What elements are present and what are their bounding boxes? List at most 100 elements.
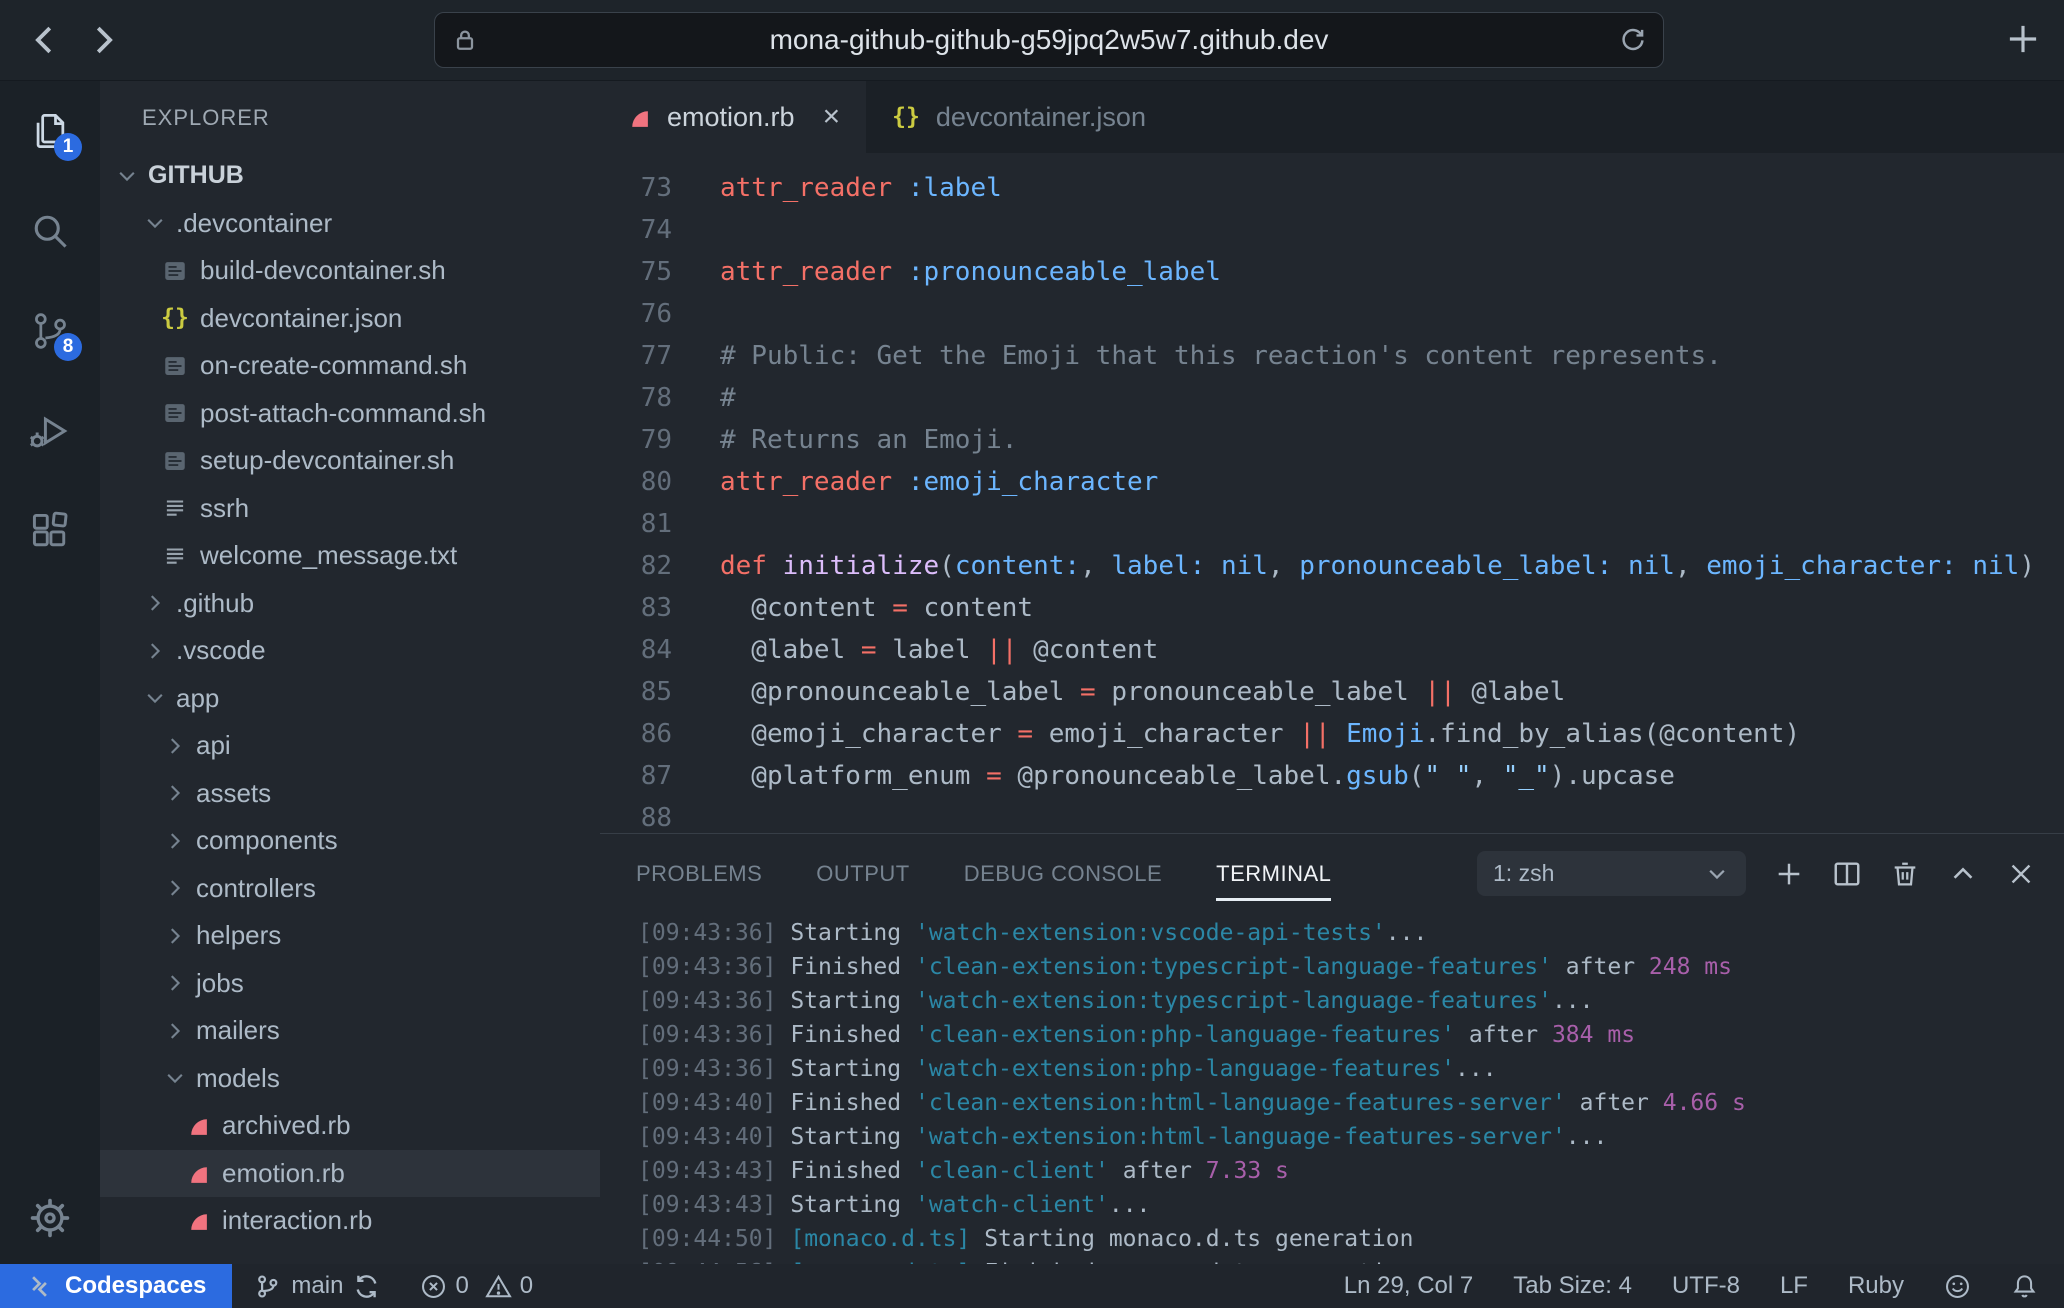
code-line-77[interactable]: 77# Public: Get the Emoji that this reac…: [600, 335, 2064, 377]
tree-item-devcontainer.json[interactable]: {}devcontainer.json: [100, 295, 600, 343]
notifications-bell-icon[interactable]: [2011, 1273, 2038, 1300]
tree-item-emotion.rb[interactable]: emotion.rb: [100, 1150, 600, 1198]
tree-item-models[interactable]: models: [100, 1055, 600, 1103]
tree-item-label: welcome_message.txt: [200, 540, 457, 571]
tree-item-jobs[interactable]: jobs: [100, 960, 600, 1008]
tree-item-assets[interactable]: assets: [100, 770, 600, 818]
code-line-84[interactable]: 84 @label = label || @content: [600, 629, 2064, 671]
tree-item-interaction.rb[interactable]: interaction.rb: [100, 1197, 600, 1245]
code-line-78[interactable]: 78#: [600, 377, 2064, 419]
code-text: [672, 503, 720, 545]
code-text: @content = content: [672, 587, 1033, 629]
status-language-mode[interactable]: Ruby: [1848, 1272, 1904, 1300]
tree-item-.devcontainer[interactable]: .devcontainer: [100, 200, 600, 248]
activity-source-control[interactable]: 8: [28, 309, 72, 353]
tree-item-api[interactable]: api: [100, 722, 600, 770]
tree-item-controllers[interactable]: controllers: [100, 865, 600, 913]
line-number: 85: [600, 671, 672, 713]
code-text: attr_reader :emoji_character: [672, 461, 1158, 503]
status-cursor-position[interactable]: Ln 29, Col 7: [1344, 1272, 1473, 1300]
panel-tab-terminal[interactable]: TERMINAL: [1216, 853, 1331, 895]
terminal-line: [09:43:36] Starting 'watch-extension:vsc…: [638, 916, 2064, 950]
terminal-line: [09:43:36] Starting 'watch-extension:typ…: [638, 984, 2064, 1018]
code-line-87[interactable]: 87 @platform_enum = @pronounceable_label…: [600, 755, 2064, 797]
tree-item-post-attach-command.sh[interactable]: post-attach-command.sh: [100, 390, 600, 438]
editor-tab-emotion.rb[interactable]: emotion.rb×: [600, 81, 866, 153]
tree-item-mailers[interactable]: mailers: [100, 1007, 600, 1055]
tree-item-archived.rb[interactable]: archived.rb: [100, 1102, 600, 1150]
code-line-73[interactable]: 73attr_reader :label: [600, 167, 2064, 209]
split-terminal-icon[interactable]: [1832, 859, 1862, 889]
ruby-file-icon: [184, 1208, 210, 1234]
sidebar-title: EXPLORER: [142, 105, 270, 131]
code-text: [672, 797, 720, 833]
code-line-88[interactable]: 88: [600, 797, 2064, 833]
code-editor[interactable]: 73attr_reader :label7475attr_reader :pro…: [600, 153, 2064, 833]
tree-item-app[interactable]: app: [100, 675, 600, 723]
close-icon[interactable]: ×: [823, 102, 841, 132]
code-line-85[interactable]: 85 @pronounceable_label = pronounceable_…: [600, 671, 2064, 713]
tree-item-setup-devcontainer.sh[interactable]: setup-devcontainer.sh: [100, 437, 600, 485]
tree-item-label: .github: [176, 588, 254, 619]
back-icon[interactable]: [26, 21, 64, 59]
remote-indicator[interactable]: Codespaces: [0, 1264, 232, 1308]
chevron-right-icon: [162, 970, 188, 996]
bottom-panel: PROBLEMS OUTPUT DEBUG CONSOLE TERMINAL 1: z…: [600, 833, 2064, 1264]
code-line-76[interactable]: 76: [600, 293, 2064, 335]
tree-item-build-devcontainer.sh[interactable]: build-devcontainer.sh: [100, 247, 600, 295]
status-eol[interactable]: LF: [1780, 1272, 1808, 1300]
tree-item-.vscode[interactable]: .vscode: [100, 627, 600, 675]
code-text: @emoji_character = emoji_character || Em…: [672, 713, 1800, 755]
code-line-81[interactable]: 81: [600, 503, 2064, 545]
branch-indicator[interactable]: main: [254, 1272, 380, 1300]
terminal-shell-select[interactable]: 1: zsh: [1477, 851, 1746, 896]
status-encoding[interactable]: UTF-8: [1672, 1272, 1740, 1300]
terminal-line: [09:43:36] Finished 'clean-extension:php…: [638, 1018, 2064, 1052]
tree-item-on-create-command.sh[interactable]: on-create-command.sh: [100, 342, 600, 390]
terminal-line: [09:43:43] Starting 'watch-client'...: [638, 1188, 2064, 1222]
activity-search[interactable]: [28, 209, 72, 253]
tree-item-label: ssrh: [200, 493, 249, 524]
editor-tab-devcontainer.json[interactable]: {}devcontainer.json: [866, 81, 1172, 153]
activity-extensions[interactable]: [28, 509, 72, 553]
panel-tab-debug-console[interactable]: DEBUG CONSOLE: [964, 853, 1162, 895]
new-tab-icon[interactable]: [2002, 18, 2044, 60]
close-panel-icon[interactable]: [2006, 859, 2036, 889]
url-bar[interactable]: mona-github-github-g59jpq2w5w7.github.de…: [434, 12, 1664, 68]
panel-tab-output[interactable]: OUTPUT: [816, 853, 909, 895]
code-line-79[interactable]: 79# Returns an Emoji.: [600, 419, 2064, 461]
code-line-86[interactable]: 86 @emoji_character = emoji_character ||…: [600, 713, 2064, 755]
tree-item-label: interaction.rb: [222, 1205, 372, 1236]
tree-item-label: jobs: [196, 968, 244, 999]
reload-icon[interactable]: [1619, 26, 1647, 54]
settings-gear-icon[interactable]: [28, 1196, 72, 1240]
problems-indicator[interactable]: 0 0: [420, 1272, 533, 1300]
code-line-80[interactable]: 80attr_reader :emoji_character: [600, 461, 2064, 503]
tree-item-label: setup-devcontainer.sh: [200, 445, 454, 476]
code-line-75[interactable]: 75attr_reader :pronounceable_label: [600, 251, 2064, 293]
tree-item-components[interactable]: components: [100, 817, 600, 865]
shell-file-icon: [162, 400, 188, 426]
terminal-output[interactable]: [09:43:36] Starting 'watch-extension:vsc…: [600, 913, 2064, 1264]
tree-item-helpers[interactable]: helpers: [100, 912, 600, 960]
status-tab-size[interactable]: Tab Size: 4: [1513, 1272, 1632, 1300]
tree-item-welcome_message.txt[interactable]: welcome_message.txt: [100, 532, 600, 580]
tree-item-GITHUB[interactable]: GITHUB: [100, 152, 600, 200]
code-text: [672, 209, 720, 251]
kill-terminal-icon[interactable]: [1890, 859, 1920, 889]
chevron-right-icon: [142, 638, 168, 664]
chevron-down-icon: [142, 685, 168, 711]
panel-tab-problems[interactable]: PROBLEMS: [636, 853, 762, 895]
forward-icon[interactable]: [84, 21, 122, 59]
activity-run-debug[interactable]: [28, 409, 72, 453]
tree-item-ssrh[interactable]: ssrh: [100, 485, 600, 533]
tree-item-.github[interactable]: .github: [100, 580, 600, 628]
code-line-82[interactable]: 82def initialize(content:, label: nil, p…: [600, 545, 2064, 587]
activity-explorer[interactable]: 1: [28, 109, 72, 153]
maximize-panel-icon[interactable]: [1948, 859, 1978, 889]
feedback-smiley-icon[interactable]: [1944, 1273, 1971, 1300]
new-terminal-icon[interactable]: [1774, 859, 1804, 889]
line-number: 87: [600, 755, 672, 797]
code-line-83[interactable]: 83 @content = content: [600, 587, 2064, 629]
code-line-74[interactable]: 74: [600, 209, 2064, 251]
